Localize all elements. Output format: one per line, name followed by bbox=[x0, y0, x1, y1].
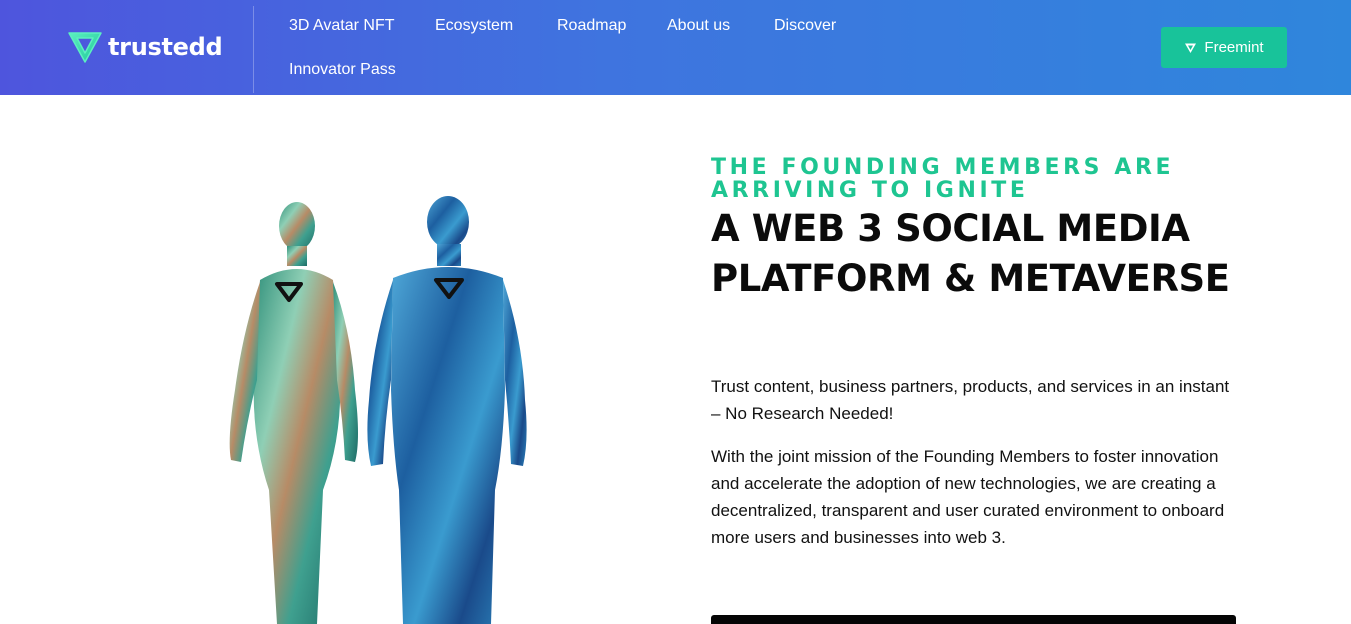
hero-eyebrow: THE FOUNDING MEMBERS ARE ARRIVING TO IGN… bbox=[711, 155, 1175, 203]
freemint-button[interactable]: Freemint bbox=[1161, 27, 1287, 68]
nav-3d-avatar-nft[interactable]: 3D Avatar NFT bbox=[269, 16, 415, 36]
nav-discover[interactable]: Discover bbox=[754, 16, 856, 36]
top-nav-bar: trustedd 3D Avatar NFT Ecosystem Roadmap… bbox=[0, 0, 1351, 95]
nav-roadmap[interactable]: Roadmap bbox=[537, 16, 646, 36]
nav-about-us[interactable]: About us bbox=[647, 16, 750, 36]
trustedd-logo-icon bbox=[68, 32, 102, 63]
avatar-figures-image bbox=[205, 190, 555, 624]
nav-ecosystem[interactable]: Ecosystem bbox=[415, 16, 533, 36]
header-divider bbox=[253, 6, 254, 93]
freemint-triangle-icon bbox=[1185, 43, 1197, 53]
hero-paragraph-mission: With the joint mission of the Founding M… bbox=[711, 447, 1225, 547]
hero-paragraph-intro: Trust content, business partners, produc… bbox=[711, 377, 1230, 423]
female-avatar bbox=[229, 202, 358, 624]
freemint-label: Freemint bbox=[1204, 39, 1264, 56]
hero-headline: A WEB 3 SOCIAL MEDIA PLATFORM & METAVERS… bbox=[711, 207, 1230, 300]
hero-cta-button[interactable] bbox=[711, 615, 1236, 624]
male-avatar bbox=[367, 196, 527, 624]
brand-name: trustedd bbox=[108, 33, 223, 61]
nav-innovator-pass[interactable]: Innovator Pass bbox=[269, 60, 416, 80]
avatar-figures-illustration bbox=[229, 196, 527, 624]
brand-logo[interactable]: trustedd bbox=[66, 29, 223, 65]
